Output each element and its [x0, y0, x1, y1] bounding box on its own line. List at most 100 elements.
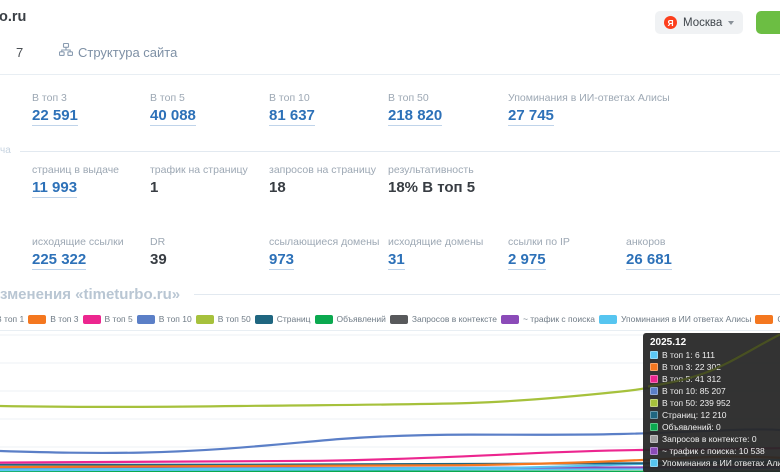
tooltip-row: В топ 5: 41 312: [650, 374, 780, 384]
stat-ai-mentions: Упоминания в ИИ-ответах Алисы 27 745: [508, 92, 670, 126]
stat-queries-per-page: запросов на страницу 18: [269, 164, 376, 197]
legend-color-box: [501, 315, 519, 324]
yandex-icon: Я: [664, 16, 677, 29]
site-structure-link[interactable]: Структура сайта: [59, 43, 177, 61]
tooltip-row: Страниц: 12 210: [650, 410, 780, 420]
stat-value-link[interactable]: 40 088: [150, 107, 196, 126]
stat-top50: В топ 50 218 820: [388, 92, 442, 126]
primary-action-button[interactable]: [756, 11, 780, 34]
stat-anchors: анкоров 26 681: [626, 236, 672, 270]
stat-value-link[interactable]: 225 322: [32, 251, 86, 270]
chart-tooltip: 2025.12 В топ 1: 6 111 В топ 3: 22 302 В…: [643, 333, 780, 472]
legend-item-top3[interactable]: В топ 3: [28, 314, 78, 324]
stat-dr: DR 39: [150, 236, 167, 269]
legend-item-top10[interactable]: В топ 10: [137, 314, 192, 324]
tooltip-row: В топ 10: 85 207: [650, 386, 780, 396]
stat-value-link[interactable]: 218 820: [388, 107, 442, 126]
stat-effectiveness: результативность 18% В топ 5: [388, 164, 475, 197]
stat-top5: В топ 5 40 088: [150, 92, 196, 126]
stat-value-link[interactable]: 26 681: [626, 251, 672, 270]
dashboard: o.ru Я Москва 7 Структура сайта В топ 3 …: [0, 0, 780, 472]
section-divider-label: ча: [0, 145, 11, 156]
region-label: Москва: [683, 17, 722, 29]
stat-label: исходящие ссылки: [32, 236, 124, 248]
stat-label: В топ 5: [150, 92, 196, 104]
chart-legend: В топ 1 В топ 3 В топ 5 В топ 10 В топ 5…: [0, 314, 780, 324]
stat-label: В топ 50: [388, 92, 442, 104]
nav-count: 7: [16, 45, 23, 60]
divider: [0, 74, 780, 75]
stat-label: DR: [150, 236, 167, 248]
legend-color-box: [255, 315, 273, 324]
stat-links-by-ip: ссылки по IP 2 975: [508, 236, 570, 270]
stat-traffic-per-page: трафик на страницу 1: [150, 164, 248, 197]
legend-color-box: [599, 315, 617, 324]
stat-value: 18: [269, 179, 286, 196]
divider: [0, 330, 780, 331]
stat-label: ссылки по IP: [508, 236, 570, 248]
stat-value-link[interactable]: 22 591: [32, 107, 78, 126]
tooltip-color-box: [650, 351, 658, 359]
changes-section-title: зменения «timeturbo.ru»: [0, 286, 180, 303]
tooltip-row: В топ 3: 22 302: [650, 362, 780, 372]
legend-item-ai-mentions[interactable]: Упоминания в ИИ ответах Алисы: [599, 314, 751, 324]
stat-referring-domains: ссылающиеся домены 973: [269, 236, 379, 270]
tooltip-row: В топ 50: 239 952: [650, 398, 780, 408]
legend-item-search-traffic[interactable]: ~ трафик с поиска: [501, 314, 595, 324]
stat-top3: В топ 3 22 591: [32, 92, 78, 126]
tooltip-color-box: [650, 375, 658, 383]
stat-outgoing-links: исходящие ссылки 225 322: [32, 236, 124, 270]
legend-item-top5[interactable]: В топ 5: [83, 314, 133, 324]
legend-color-box: [315, 315, 333, 324]
stat-label: В топ 3: [32, 92, 78, 104]
stat-label: исходящие домены: [388, 236, 483, 248]
legend-item-ads[interactable]: Объявлений: [315, 314, 386, 324]
stat-value-link[interactable]: 2 975: [508, 251, 546, 270]
stat-value-link[interactable]: 81 637: [269, 107, 315, 126]
legend-item-pages[interactable]: Страниц: [255, 314, 311, 324]
stat-label: В топ 10: [269, 92, 315, 104]
site-structure-label: Структура сайта: [78, 45, 177, 60]
stat-label: результативность: [388, 164, 475, 176]
tooltip-date: 2025.12: [650, 337, 780, 348]
legend-color-box: [196, 315, 214, 324]
tooltip-color-box: [650, 411, 658, 419]
tooltip-color-box: [650, 435, 658, 443]
tooltip-row: Запросов в контексте: 0: [650, 434, 780, 444]
stat-label: трафик на страницу: [150, 164, 248, 176]
legend-item-top50[interactable]: В топ 50: [196, 314, 251, 324]
stat-label: ссылающиеся домены: [269, 236, 379, 248]
legend-item-hide[interactable]: Скры: [755, 314, 780, 324]
stat-top10: В топ 10 81 637: [269, 92, 315, 126]
site-domain: o.ru: [0, 9, 26, 25]
sitemap-icon: [59, 43, 73, 61]
tooltip-row: В топ 1: 6 111: [650, 350, 780, 360]
tooltip-color-box: [650, 363, 658, 371]
stat-label: запросов на страницу: [269, 164, 376, 176]
tooltip-color-box: [650, 423, 658, 431]
stat-pages-in-serp: страниц в выдаче 11 993: [32, 164, 119, 198]
legend-color-box: [28, 315, 46, 324]
stat-value-link[interactable]: 11 993: [32, 179, 77, 198]
legend-item-top1[interactable]: В топ 1: [0, 314, 24, 324]
tooltip-color-box: [650, 459, 658, 467]
region-selector-button[interactable]: Я Москва: [655, 11, 743, 34]
divider: [20, 151, 780, 152]
changes-section-header: зменения «timeturbo.ru»: [0, 286, 780, 303]
legend-color-box: [83, 315, 101, 324]
tooltip-color-box: [650, 447, 658, 455]
stat-outgoing-domains: исходящие домены 31: [388, 236, 483, 270]
tooltip-color-box: [650, 387, 658, 395]
tooltip-row: ~ трафик с поиска: 10 538: [650, 446, 780, 456]
stat-value: 1: [150, 179, 158, 196]
stat-label: Упоминания в ИИ-ответах Алисы: [508, 92, 670, 104]
stat-value-link[interactable]: 31: [388, 251, 405, 270]
stat-label: анкоров: [626, 236, 672, 248]
legend-item-context-queries[interactable]: Запросов в контексте: [390, 314, 497, 324]
stat-value-link[interactable]: 27 745: [508, 107, 554, 126]
legend-color-box: [137, 315, 155, 324]
chevron-down-icon: [728, 21, 734, 25]
stat-value-link[interactable]: 973: [269, 251, 294, 270]
tooltip-row: Упоминания в ИИ ответах Алисы: 25 1: [650, 458, 780, 468]
legend-color-box: [755, 315, 773, 324]
